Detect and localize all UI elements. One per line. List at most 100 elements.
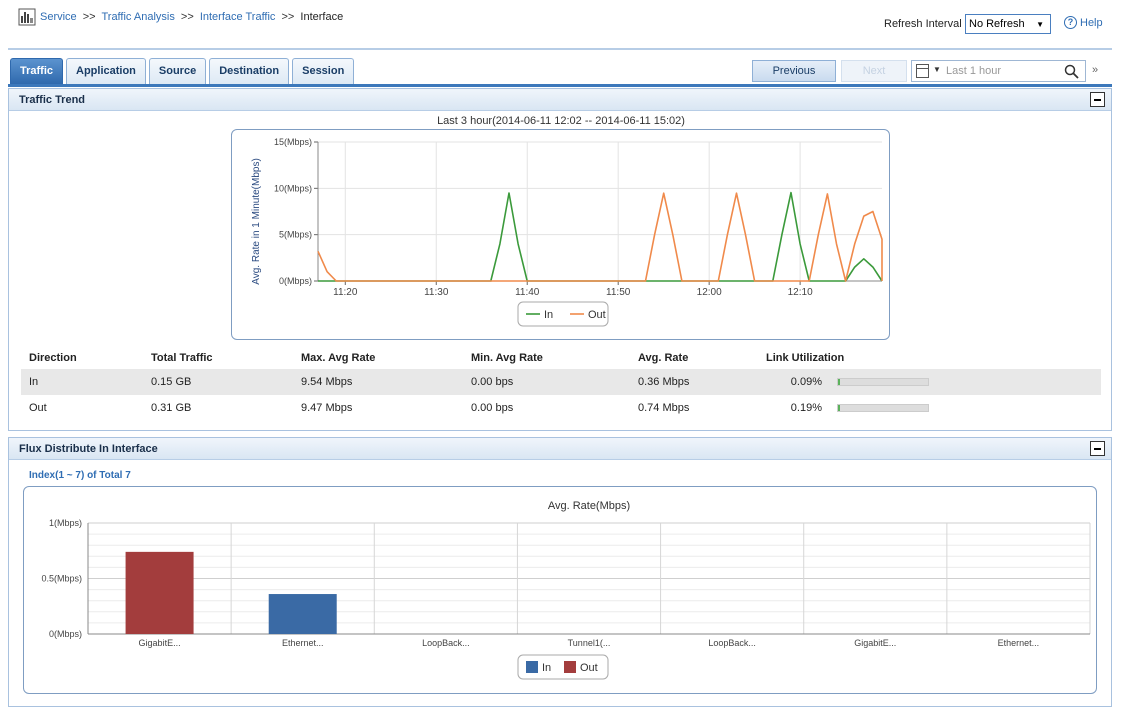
breadcrumb-current: Interface — [300, 11, 344, 23]
link-utilization-fill — [838, 379, 840, 385]
legend-label: Out — [588, 309, 606, 321]
avg-rate-cell: 0.74 Mbps — [638, 402, 690, 414]
traffic-trend-svg: 0(Mbps) 5(Mbps) 10(Mbps) 15(Mbps) 11:20 11:30… — [251, 137, 883, 327]
legend-swatch — [564, 661, 576, 673]
tab-destination[interactable]: Destination — [209, 58, 290, 84]
index-label: Index(1 ~ 7) of Total 7 — [29, 470, 131, 481]
search-icon[interactable] — [1064, 64, 1079, 79]
time-range-value[interactable]: Last 1 hour — [946, 65, 1001, 77]
total-traffic-cell: 0.15 GB — [151, 369, 301, 395]
y-tick-label: 0.5(Mbps) — [41, 574, 82, 584]
flux-distribute-chart: Avg. Rate(Mbps) 0(Mbps) 0.5(Mbps) 1(Mbps) Gi… — [23, 486, 1097, 694]
expand-icon[interactable]: » — [1092, 64, 1098, 76]
tab-underline — [8, 84, 1112, 87]
x-tick-label: 11:40 — [515, 287, 540, 298]
col-link-utilization: Link Utilization — [766, 352, 845, 364]
max-avg-rate-cell: 9.54 Mbps — [301, 369, 471, 395]
collapse-icon[interactable] — [1090, 441, 1105, 456]
refresh-interval-select[interactable]: No Refresh ▼ — [965, 14, 1051, 34]
x-tick-label: 11:50 — [606, 287, 631, 298]
next-button[interactable]: Next — [841, 60, 907, 82]
series-line-in — [318, 191, 883, 282]
link-utilization-bar — [837, 378, 929, 386]
breadcrumb-separator: >> — [82, 11, 96, 23]
previous-button[interactable]: Previous — [752, 60, 836, 82]
refresh-interval-label: Refresh Interval — [884, 18, 962, 30]
link-utilization-fill — [838, 405, 840, 411]
x-tick-label: LoopBack... — [422, 638, 470, 648]
header-divider — [8, 48, 1112, 50]
traffic-trend-header: Traffic Trend — [9, 89, 1111, 111]
trend-range-label: Last 3 hour(2014-06-11 12:02 -- 2014-06-… — [437, 115, 685, 127]
tab-traffic[interactable]: Traffic — [10, 58, 64, 84]
help-icon: ? — [1064, 16, 1077, 29]
x-tick-label: Tunnel1(... — [568, 638, 611, 648]
legend-swatch — [526, 661, 538, 673]
tab-session[interactable]: Session — [292, 58, 355, 84]
time-range-selector[interactable]: ▼ Last 1 hour — [911, 60, 1086, 82]
help-link[interactable]: ? Help — [1064, 16, 1103, 29]
series-line-out — [317, 192, 883, 282]
collapse-icon[interactable] — [1090, 92, 1105, 107]
breadcrumb: Service >> Traffic Analysis >> Interface… — [40, 11, 343, 23]
breadcrumb-separator: >> — [281, 11, 295, 23]
traffic-trend-panel: Traffic Trend Last 3 hour(2014-06-11 12:… — [8, 88, 1112, 431]
legend-label: In — [544, 309, 553, 321]
avg-rate-cell: 0.36 Mbps — [638, 369, 766, 395]
traffic-trend-chart: 0(Mbps) 5(Mbps) 10(Mbps) 15(Mbps) 11:20 11:30… — [231, 129, 890, 340]
help-label: Help — [1080, 16, 1103, 29]
link-utilization-value: 0.09% — [790, 376, 822, 388]
breadcrumb-interface-traffic[interactable]: Interface Traffic — [200, 11, 276, 23]
breadcrumb-service[interactable]: Service — [40, 11, 77, 23]
link-utilization-bar — [837, 404, 929, 412]
direction-cell: In — [21, 369, 151, 395]
link-utilization-value: 0.19% — [790, 402, 822, 414]
chevron-down-icon: ▼ — [1036, 20, 1044, 29]
chevron-down-icon[interactable]: ▼ — [933, 65, 941, 74]
min-avg-rate-cell: 0.00 bps — [471, 369, 638, 395]
traffic-trend-title: Traffic Trend — [19, 94, 86, 106]
calendar-icon[interactable] — [916, 64, 929, 78]
breadcrumb-traffic-analysis[interactable]: Traffic Analysis — [101, 11, 174, 23]
x-tick-label: Ethernet... — [998, 638, 1040, 648]
max-avg-rate-cell: 9.47 Mbps — [301, 402, 353, 414]
y-tick-label: 10(Mbps) — [274, 183, 312, 193]
chart-title: Avg. Rate(Mbps) — [548, 500, 630, 512]
min-avg-rate-cell: 0.00 bps — [471, 402, 514, 414]
legend-label: In — [542, 662, 551, 674]
y-axis-label: Avg. Rate in 1 Minute(Mbps) — [251, 158, 262, 285]
bar-in — [268, 594, 337, 634]
col-min-avg-rate: Min. Avg Rate — [471, 352, 543, 364]
refresh-interval-value: No Refresh — [969, 18, 1025, 30]
direction-cell: Out — [29, 402, 47, 414]
app-header: Service >> Traffic Analysis >> Interface… — [0, 0, 1130, 48]
col-total-traffic: Total Traffic — [151, 352, 213, 364]
col-max-avg-rate: Max. Avg Rate — [301, 352, 376, 364]
flux-distribute-svg: Avg. Rate(Mbps) 0(Mbps) 0.5(Mbps) 1(Mbps) Gi… — [41, 500, 1091, 680]
y-tick-label: 15(Mbps) — [274, 137, 312, 147]
breadcrumb-separator: >> — [180, 11, 194, 23]
x-tick-label: 11:30 — [424, 287, 449, 298]
col-direction: Direction — [29, 352, 77, 364]
y-tick-label: 0(Mbps) — [49, 629, 82, 639]
y-tick-label: 1(Mbps) — [49, 518, 82, 528]
col-avg-rate: Avg. Rate — [638, 352, 689, 364]
x-tick-label: GigabitE... — [854, 638, 896, 648]
link-utilization-cell: 0.09% — [766, 369, 1101, 395]
traffic-analysis-logo-icon — [18, 8, 36, 26]
tab-bar: Traffic Application Source Destination S… — [10, 58, 355, 84]
tab-application[interactable]: Application — [66, 58, 146, 84]
x-tick-label: Ethernet... — [282, 638, 324, 648]
x-tick-label: 12:00 — [697, 287, 722, 298]
x-tick-label: GigabitE... — [139, 638, 181, 648]
y-tick-label: 0(Mbps) — [279, 276, 312, 286]
x-tick-label: 12:10 — [788, 287, 813, 298]
total-traffic-cell: 0.31 GB — [151, 402, 192, 414]
flux-distribute-title: Flux Distribute In Interface — [19, 443, 158, 455]
table-row: Out 0.31 GB 9.47 Mbps 0.00 bps 0.74 Mbps… — [21, 395, 1101, 421]
flux-distribute-header: Flux Distribute In Interface — [9, 438, 1111, 460]
legend-label: Out — [580, 662, 598, 674]
y-tick-label: 5(Mbps) — [279, 230, 312, 240]
link-utilization-cell: 0.19% — [766, 395, 1101, 421]
tab-source[interactable]: Source — [148, 58, 207, 84]
